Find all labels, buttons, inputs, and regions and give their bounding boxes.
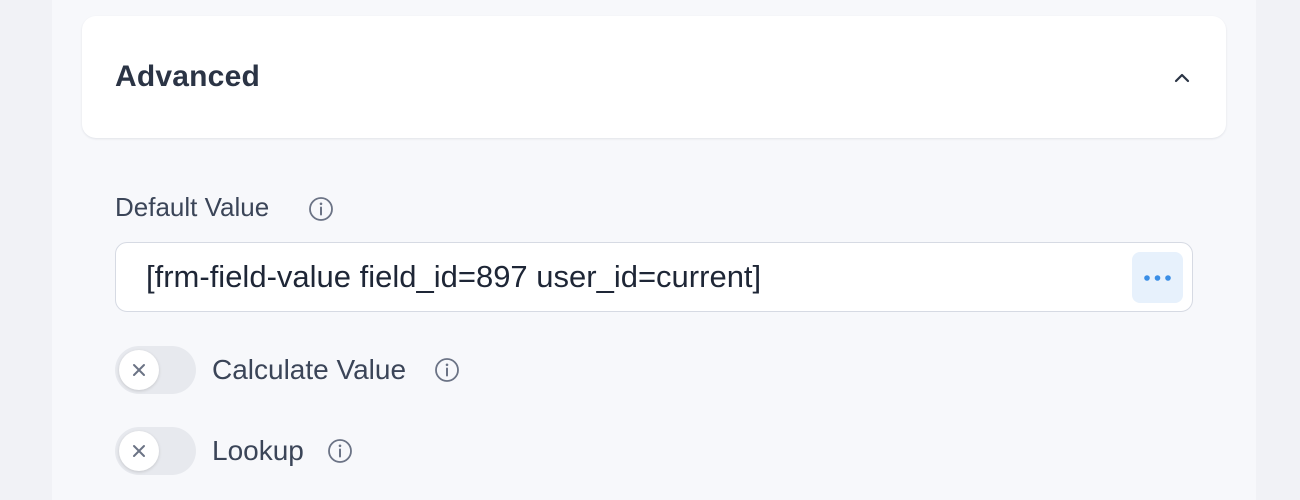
right-gutter — [1256, 0, 1300, 500]
calculate-value-row: Calculate Value — [115, 346, 475, 396]
default-value-input[interactable]: [frm-field-value field_id=897 user_id=cu… — [115, 242, 1193, 312]
x-icon — [133, 445, 145, 457]
calculate-value-label: Calculate Value — [212, 354, 407, 385]
chevron-up-icon[interactable] — [1172, 68, 1192, 88]
calculate-value-toggle[interactable] — [115, 346, 196, 394]
info-icon[interactable] — [327, 438, 353, 464]
info-icon[interactable] — [434, 357, 460, 383]
default-value-text: [frm-field-value field_id=897 user_id=cu… — [146, 259, 762, 294]
advanced-section-header[interactable]: Advanced — [82, 16, 1226, 138]
ellipsis-icon — [1144, 275, 1171, 281]
toggle-knob — [119, 431, 159, 471]
lookup-label: Lookup — [212, 435, 304, 466]
x-icon — [133, 364, 145, 376]
field-options-button[interactable] — [1132, 252, 1183, 303]
lookup-toggle[interactable] — [115, 427, 196, 475]
section-title: Advanced — [115, 60, 260, 93]
info-icon[interactable] — [308, 196, 334, 222]
left-gutter — [0, 0, 52, 500]
default-value-label: Default Value — [115, 192, 270, 222]
toggle-knob — [119, 350, 159, 390]
